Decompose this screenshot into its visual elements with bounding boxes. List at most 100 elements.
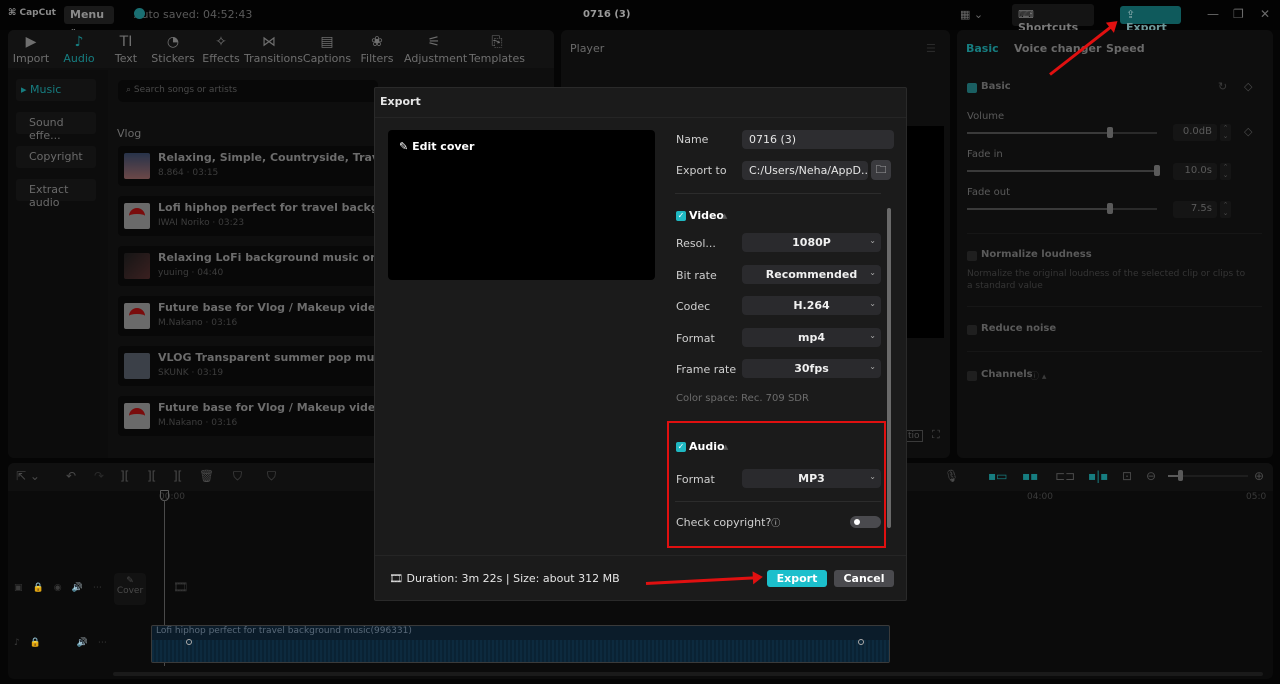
- split-icon[interactable]: ][: [120, 469, 129, 483]
- tab-audio[interactable]: ♪ Audio: [54, 34, 104, 65]
- more-icon[interactable]: ⋯: [93, 583, 112, 593]
- lock-icon[interactable]: 🔒: [30, 638, 51, 648]
- shield-icon[interactable]: ⛉: [267, 469, 276, 484]
- zoom-out-icon[interactable]: ⊖: [1146, 469, 1156, 483]
- tab-transitions[interactable]: ⋈ Transitions: [244, 34, 303, 65]
- volume-slider-handle[interactable]: [1106, 127, 1113, 138]
- more-icon[interactable]: ⋯: [98, 638, 117, 648]
- select-tool-icon[interactable]: ⇱ ⌄: [16, 469, 40, 483]
- tab-basic[interactable]: Basic: [966, 42, 999, 55]
- search-songs-input[interactable]: ⌕ Search songs or artists: [118, 80, 378, 102]
- video-bit-rate-label: Bit rate: [676, 269, 717, 282]
- player-menu-icon[interactable]: ☰: [926, 42, 936, 55]
- export-path-input[interactable]: C:/Users/Neha/AppD...: [742, 161, 868, 180]
- normalize-checkbox[interactable]: [967, 251, 977, 261]
- tab-import[interactable]: ▶ Import: [6, 34, 56, 65]
- cover-button[interactable]: ✎ Cover: [114, 573, 146, 605]
- split-left-icon[interactable]: ][: [147, 469, 156, 483]
- speaker-icon[interactable]: 🔊: [77, 638, 98, 648]
- song-meta: yuuing · 04:40: [158, 268, 224, 278]
- split-right-icon[interactable]: ][: [173, 469, 182, 483]
- song-list-item[interactable]: Future base for Vlog / Makeup video(3971…: [118, 296, 378, 336]
- tab-filters[interactable]: ❀ Filters: [352, 34, 402, 65]
- redo-icon[interactable]: ↷: [94, 469, 104, 483]
- tab-templates[interactable]: ⎘ Templates: [467, 34, 527, 65]
- sidebar-item-music[interactable]: ▸ Music: [16, 79, 96, 101]
- tab-text[interactable]: TI Text: [101, 34, 151, 65]
- reset-icon[interactable]: ↻: [1218, 80, 1227, 93]
- close-icon[interactable]: ✕: [1260, 7, 1270, 21]
- folder-icon[interactable]: 🗀: [871, 160, 891, 180]
- fade-in-value[interactable]: 10.0s: [1173, 163, 1217, 180]
- sidebar-item-sound-effe-[interactable]: Sound effe...: [16, 112, 96, 142]
- speaker-icon[interactable]: 🔊: [72, 583, 93, 593]
- video-codec-select[interactable]: H.264 ⌄: [742, 296, 881, 315]
- delete-icon[interactable]: 🗑: [199, 469, 214, 483]
- video-frame-rate-select[interactable]: 30fps ⌄: [742, 359, 881, 378]
- layout-icon[interactable]: ▦ ⌄: [960, 8, 983, 21]
- song-list-item[interactable]: Lofi hiphop perfect for travel backgroun…: [118, 196, 378, 236]
- aspect-ratio-button[interactable]: tio: [905, 430, 923, 442]
- fade-in-slider[interactable]: [967, 165, 1160, 176]
- tab-effects[interactable]: ✧ Effects: [196, 34, 246, 65]
- fullscreen-icon[interactable]: ⛶: [932, 428, 940, 442]
- fade-out-value[interactable]: 7.5s: [1173, 201, 1217, 218]
- reduce-noise-checkbox[interactable]: [967, 325, 977, 335]
- tab-captions[interactable]: ▤ Captions: [302, 34, 352, 65]
- lock-icon[interactable]: 🔒: [33, 583, 54, 593]
- mark-icon[interactable]: ⛉: [233, 469, 242, 484]
- shortcuts-button[interactable]: ⌨ Shortcuts: [1012, 4, 1094, 34]
- basic-checkbox[interactable]: [967, 83, 977, 93]
- edit-cover-button[interactable]: ✎ Edit cover: [399, 140, 474, 153]
- dialog-scrollbar[interactable]: [887, 208, 891, 528]
- help-icon[interactable]: ⓘ ▴: [1030, 369, 1046, 382]
- song-list-item[interactable]: Future base for Vlog / Makeup video(3971…: [118, 396, 378, 436]
- audio-clip[interactable]: Lofi hiphop perfect for travel backgroun…: [151, 625, 890, 663]
- song-list-item[interactable]: Relaxing, Simple, Countryside, Travel, N…: [118, 146, 378, 186]
- tab-speed[interactable]: Speed: [1106, 42, 1145, 55]
- timeline-scrollbar[interactable]: [113, 672, 1263, 676]
- sidebar-item-copyright[interactable]: Copyright: [16, 146, 96, 168]
- song-list-item[interactable]: VLOG Transparent summer pop music West SK…: [118, 346, 378, 386]
- fade-in-stepper[interactable]: ⌃ ⌄: [1220, 163, 1231, 180]
- fade-out-stepper[interactable]: ⌃ ⌄: [1220, 201, 1231, 218]
- video-checkbox[interactable]: ✓: [676, 211, 686, 221]
- preview-axis-icon[interactable]: ▪|▪: [1088, 469, 1108, 483]
- tab-adjustment[interactable]: ⚟ Adjustment: [404, 34, 467, 65]
- volume-value[interactable]: 0.0dB: [1173, 124, 1217, 141]
- magnet-icon[interactable]: ▪▭: [988, 469, 1007, 483]
- tab-stickers[interactable]: ◔ Stickers: [148, 34, 198, 65]
- zoom-to-fit-icon[interactable]: ⊡: [1122, 469, 1132, 483]
- minimize-icon[interactable]: —: [1207, 7, 1219, 21]
- auto-snap-icon[interactable]: ▪▪: [1022, 469, 1038, 483]
- maximize-icon[interactable]: ❐: [1233, 7, 1244, 21]
- volume-stepper[interactable]: ⌃ ⌄: [1220, 124, 1231, 141]
- undo-icon[interactable]: ↶: [66, 469, 76, 483]
- video-resol-select[interactable]: 1080P ⌄: [742, 233, 881, 252]
- channels-checkbox[interactable]: [967, 371, 977, 381]
- fade-out-slider[interactable]: [967, 203, 1157, 214]
- cancel-button[interactable]: Cancel: [834, 570, 894, 587]
- video-bit-rate-select[interactable]: Recommended ⌄: [742, 265, 881, 284]
- microphone-icon[interactable]: 🎙: [944, 469, 959, 483]
- fade-in-slider-handle[interactable]: [1154, 165, 1160, 176]
- sidebar-item-extract-audio[interactable]: Extract audio: [16, 179, 96, 209]
- volume-keyframe-icon[interactable]: ◇: [1244, 125, 1252, 138]
- link-icon[interactable]: ⊏⊐: [1055, 469, 1075, 483]
- eye-icon[interactable]: ◉: [54, 583, 72, 593]
- fade-out-handle[interactable]: [858, 639, 864, 645]
- volume-slider[interactable]: [967, 127, 1157, 138]
- video-format-select[interactable]: mp4 ⌄: [742, 328, 881, 347]
- timeline-zoom-handle[interactable]: [1178, 470, 1183, 481]
- export-button[interactable]: Export: [767, 570, 827, 587]
- fade-out-slider-handle[interactable]: [1106, 203, 1113, 214]
- top-export-button[interactable]: ⇪ Export: [1120, 6, 1181, 34]
- keyframe-icon[interactable]: ◇: [1244, 80, 1252, 93]
- collapse-video-icon[interactable]: ▲: [722, 212, 727, 220]
- name-input[interactable]: 0716 (3): [742, 130, 894, 149]
- timeline-zoom-slider[interactable]: [1168, 470, 1248, 481]
- song-list-item[interactable]: Relaxing LoFi background music on holida…: [118, 246, 378, 286]
- zoom-in-icon[interactable]: ⊕: [1254, 469, 1264, 483]
- fade-in-handle[interactable]: [186, 639, 192, 645]
- menu-button[interactable]: Menu ⌄: [64, 6, 114, 33]
